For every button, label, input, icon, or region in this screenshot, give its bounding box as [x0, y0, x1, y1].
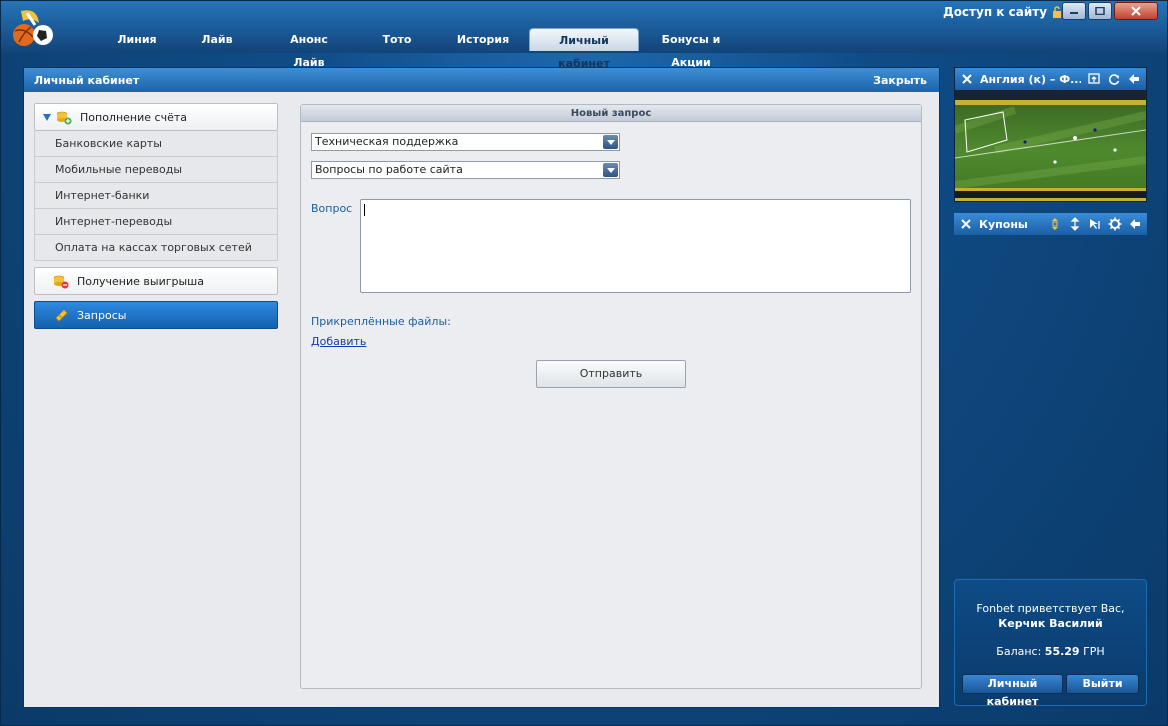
close-icon: [1131, 6, 1141, 16]
sidebar-item-deposit-label: Пополнение счёта: [80, 110, 187, 124]
balance-line: Баланс: 55.29 ГРН: [955, 645, 1146, 658]
refresh-icon[interactable]: [1107, 72, 1121, 86]
sidebar-item-requests[interactable]: Запросы: [34, 301, 278, 329]
site-access-label: Доступ к сайту: [943, 5, 1048, 19]
panel-title: Личный кабинет: [34, 73, 140, 87]
live-video-panel: Англия (к) – Ф...: [954, 67, 1147, 202]
personal-cabinet-button[interactable]: Личный кабинет: [962, 674, 1063, 708]
balance-value: 55.29: [1044, 645, 1080, 658]
sidebar-item-mobile-transfers[interactable]: Мобильные переводы: [34, 157, 278, 183]
category-select[interactable]: Техническая поддержка: [311, 133, 620, 151]
sidebar-item-deposit[interactable]: Пополнение счёта: [34, 103, 278, 131]
arrow-left-icon[interactable]: [1127, 72, 1141, 86]
sidebar-item-withdraw-label: Получение выигрыша: [77, 274, 204, 288]
submit-button[interactable]: Отправить: [536, 360, 686, 388]
tab-toto[interactable]: Тото: [357, 28, 437, 51]
category-select-value: Техническая поддержка: [315, 135, 459, 148]
expand-vertical-icon[interactable]: [1068, 217, 1082, 231]
sidebar-item-bank-cards[interactable]: Банковские карты: [34, 131, 278, 157]
greeting-box: Fonbet приветствует Вас, Керчик Василий …: [954, 579, 1147, 708]
text-caret: [364, 204, 365, 216]
fonbet-logo: [13, 10, 53, 46]
balance-currency: ГРН: [1083, 645, 1105, 658]
football-field-image: [955, 90, 1146, 201]
chevron-down-icon: [603, 135, 618, 149]
tab-anons-live[interactable]: Анонс Лайв: [261, 28, 357, 69]
form-title: Новый запрос: [301, 105, 921, 122]
arrow-left-icon[interactable]: [1128, 217, 1142, 231]
tab-personal-cabinet[interactable]: Личный кабинет: [529, 28, 639, 70]
gear-icon[interactable]: [1108, 217, 1122, 231]
tab-bonuses[interactable]: Бонусы и Акции: [639, 28, 743, 69]
cursor-icon[interactable]: [1088, 217, 1102, 231]
triangle-down-icon: [43, 113, 51, 121]
add-file-link[interactable]: Добавить: [311, 335, 366, 348]
popout-icon[interactable]: [1087, 72, 1101, 86]
question-textarea[interactable]: [360, 199, 911, 293]
coupons-label: Купоны: [979, 217, 1028, 231]
minimize-button[interactable]: [1062, 2, 1086, 20]
personal-cabinet-panel: Личный кабинет Закрыть Пополнение счёта …: [23, 67, 940, 708]
sidebar-item-internet-banks[interactable]: Интернет-банки: [34, 183, 278, 209]
close-panel-button[interactable]: Закрыть: [873, 74, 927, 87]
new-request-form: Новый запрос Техническая поддержка Вопро…: [300, 104, 922, 689]
logout-button[interactable]: Выйти: [1066, 674, 1139, 694]
question-label: Вопрос: [311, 202, 353, 215]
video-toolbar: Англия (к) – Ф...: [955, 68, 1146, 90]
chevron-down-icon: [603, 163, 618, 177]
maximize-button[interactable]: [1088, 2, 1112, 20]
sidebar-item-requests-label: Запросы: [77, 308, 127, 322]
close-icon[interactable]: [960, 72, 974, 86]
top-bar: Линия Лайв Анонс Лайв Тото История Личны…: [1, 1, 1167, 70]
video-title: Англия (к) – Ф...: [980, 72, 1081, 86]
main-nav: Линия Лайв Анонс Лайв Тото История Личны…: [101, 28, 743, 70]
sidebar-item-internet-transfers[interactable]: Интернет-переводы: [34, 209, 278, 235]
sidebar: Пополнение счёта Банковские карты Мобиль…: [34, 103, 278, 329]
video-frame[interactable]: [955, 90, 1146, 201]
window-controls: [1062, 2, 1158, 20]
subcategory-select[interactable]: Вопросы по работе сайта: [311, 161, 620, 179]
balance-label: Баланс:: [996, 645, 1042, 658]
app-window: Линия Лайв Анонс Лайв Тото История Личны…: [0, 0, 1168, 726]
site-access[interactable]: Доступ к сайту: [943, 5, 1063, 19]
subcategory-select-value: Вопросы по работе сайта: [315, 163, 463, 176]
sidebar-item-cash-payment[interactable]: Оплата на кассах торговых сетей: [34, 235, 278, 261]
attached-files-label: Прикреплённые файлы:: [311, 315, 451, 328]
collapse-icon[interactable]: [1048, 217, 1062, 231]
panel-header: Личный кабинет Закрыть: [24, 68, 939, 92]
tab-liniya[interactable]: Линия: [101, 28, 173, 51]
close-window-button[interactable]: [1114, 2, 1158, 20]
user-name: Керчик Василий: [998, 617, 1103, 630]
minimize-icon: [1070, 12, 1078, 14]
tab-history[interactable]: История: [437, 28, 529, 51]
tab-live[interactable]: Лайв: [173, 28, 261, 51]
greeting-line: Fonbet приветствует Вас,: [976, 602, 1125, 615]
coins-minus-icon: [53, 275, 69, 289]
maximize-icon: [1095, 7, 1105, 15]
close-icon[interactable]: [959, 217, 973, 231]
sidebar-item-withdraw[interactable]: Получение выигрыша: [34, 267, 278, 295]
coupons-toolbar: Купоны: [954, 213, 1147, 235]
coins-plus-icon: [56, 111, 72, 125]
ticket-icon: [55, 309, 68, 322]
